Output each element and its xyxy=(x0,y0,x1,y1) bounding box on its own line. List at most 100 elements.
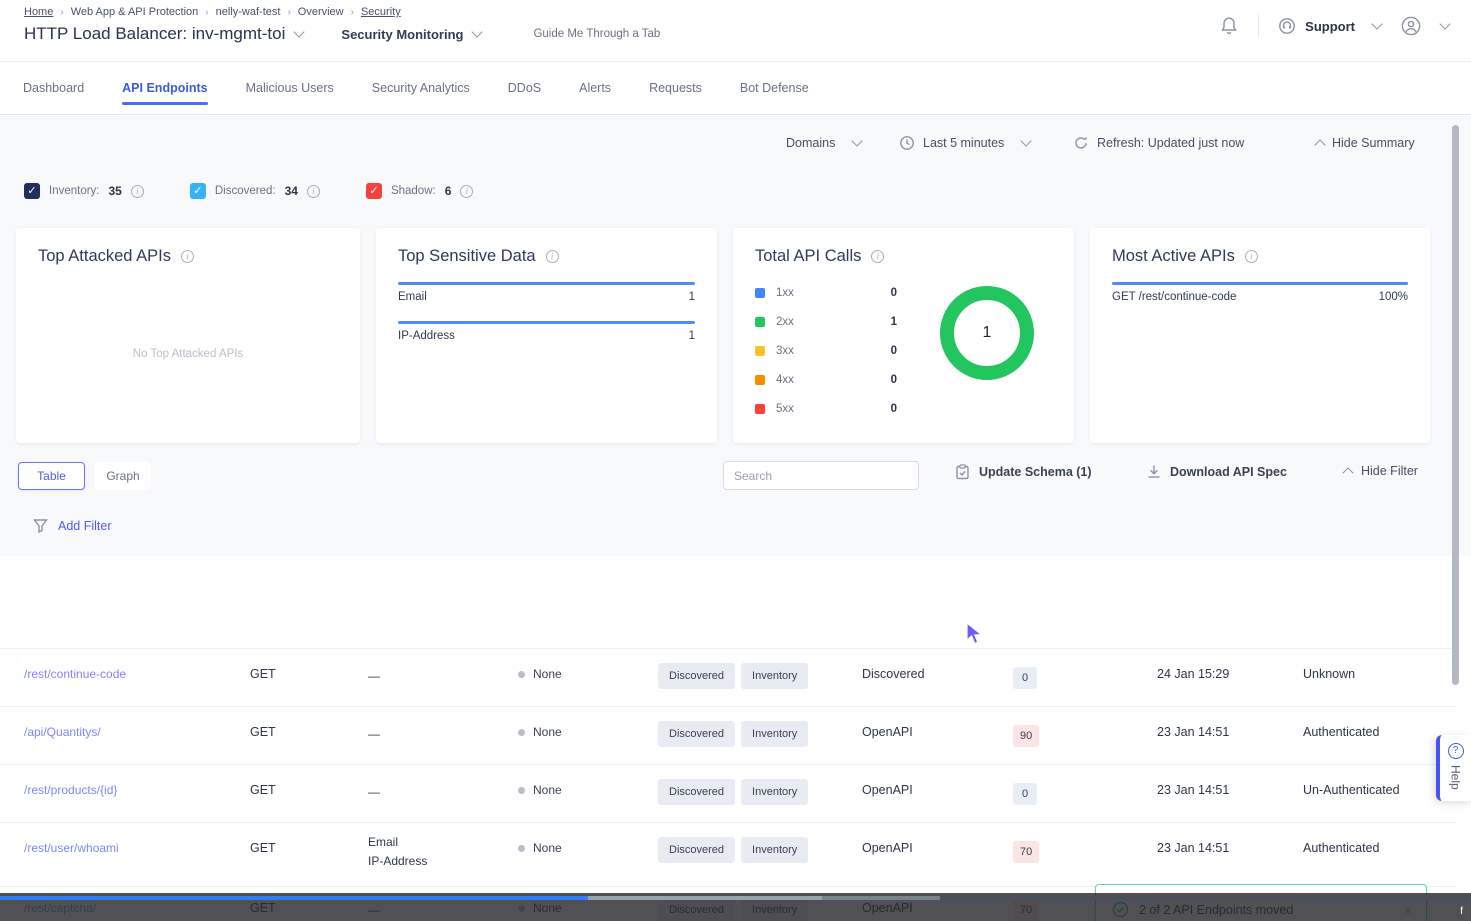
video-progress-track[interactable] xyxy=(940,896,1471,900)
vertical-scrollbar[interactable] xyxy=(1452,125,1459,685)
hide-summary-toggle[interactable]: Hide Summary xyxy=(1306,130,1415,156)
filter-label: Inventory: xyxy=(49,185,100,197)
category-badge: Discovered xyxy=(658,721,735,747)
breadcrumb-overview[interactable]: Overview xyxy=(298,6,344,18)
info-icon[interactable]: i xyxy=(307,185,320,198)
endpoint-link[interactable]: /rest/continue-code xyxy=(24,667,126,681)
video-progress-buffered[interactable] xyxy=(822,896,940,900)
breadcrumb-separator: › xyxy=(287,7,290,18)
info-icon[interactable]: i xyxy=(1245,250,1258,263)
tab-dashboard[interactable]: Dashboard xyxy=(23,75,84,101)
sensitive-data-label[interactable]: Email xyxy=(398,291,427,303)
legend-value: 0 xyxy=(891,403,907,415)
update-schema-button[interactable]: Update Schema (1) xyxy=(955,464,1092,480)
download-icon xyxy=(1147,464,1161,479)
threat-dot-icon xyxy=(518,787,525,794)
video-progress-buffered[interactable] xyxy=(588,896,822,900)
mouse-cursor xyxy=(965,622,985,646)
status-code-legend: 1xx0 2xx1 3xx0 4xx0 5xx0 xyxy=(755,278,907,423)
sensitive-data-value: — xyxy=(368,667,380,686)
category-badge: Inventory xyxy=(741,837,808,863)
threat-dot-icon xyxy=(518,729,525,736)
legend-label: 4xx xyxy=(776,374,794,386)
tab-malicious-users[interactable]: Malicious Users xyxy=(246,75,334,101)
divider xyxy=(1258,14,1259,38)
endpoint-link[interactable]: /api/Quantitys/ xyxy=(24,725,101,739)
legend-value: 0 xyxy=(891,374,907,386)
legend-swatch-3xx xyxy=(755,346,765,356)
filter-discovered[interactable]: ✓ Discovered: 34 i xyxy=(190,183,320,199)
inventory-checkbox[interactable]: ✓ xyxy=(24,183,40,199)
graph-view-button[interactable]: Graph xyxy=(95,462,151,490)
endpoint-link[interactable]: /rest/user/whoami xyxy=(24,841,119,855)
info-icon[interactable]: i xyxy=(181,250,194,263)
api-type-filters: ✓ Inventory: 35 i ✓ Discovered: 34 i ✓ S… xyxy=(24,183,473,199)
tab-security-analytics[interactable]: Security Analytics xyxy=(372,75,470,101)
security-monitoring-label: Security Monitoring xyxy=(341,27,463,42)
chevron-down-icon xyxy=(1371,18,1382,29)
refresh-button[interactable]: Refresh: Updated just now xyxy=(1073,130,1244,156)
search-input[interactable] xyxy=(723,461,919,490)
filter-shadow[interactable]: ✓ Shadow: 6 i xyxy=(366,183,473,199)
tab-bar: Dashboard API Endpoints Malicious Users … xyxy=(0,62,1471,115)
info-icon[interactable]: i xyxy=(131,185,144,198)
schema-status-value: Discovered xyxy=(862,667,925,681)
security-monitoring-dropdown[interactable]: Security Monitoring xyxy=(341,27,481,42)
breadcrumb-security[interactable]: Security xyxy=(361,6,401,18)
shadow-checkbox[interactable]: ✓ xyxy=(366,183,382,199)
breadcrumb-namespace[interactable]: nelly-waf-test xyxy=(216,6,281,18)
domains-dropdown[interactable]: Domains xyxy=(786,130,861,156)
last-updated-value: 23 Jan 14:51 xyxy=(1157,841,1229,855)
summary-cards: Top Attacked APIsi No Top Attacked APIs … xyxy=(16,228,1430,443)
api-endpoints-table: 41 items Current Archived API Definition… xyxy=(0,556,1471,921)
tab-requests[interactable]: Requests xyxy=(649,75,702,101)
account-menu[interactable] xyxy=(1399,14,1449,38)
card-total-api-calls: Total API Callsi 1xx0 2xx1 3xx0 4xx0 5xx… xyxy=(733,228,1074,443)
sensitive-data-value: EmailIP-Address xyxy=(368,833,427,871)
table-row[interactable]: /rest/products/{id} GET — None Discovere… xyxy=(0,764,1457,822)
refresh-label: Refresh: Updated just now xyxy=(1097,136,1244,150)
table-row[interactable]: /rest/user/whoami GET EmailIP-Address No… xyxy=(0,822,1457,886)
last-updated-value: 23 Jan 14:51 xyxy=(1157,783,1229,797)
help-tab[interactable]: ? Help xyxy=(1436,735,1471,801)
table-view-button[interactable]: Table xyxy=(18,462,85,490)
notifications-bell-icon[interactable] xyxy=(1218,15,1240,37)
chevron-down-icon xyxy=(1021,135,1032,146)
filter-inventory[interactable]: ✓ Inventory: 35 i xyxy=(24,183,144,199)
tab-bot-defense[interactable]: Bot Defense xyxy=(740,75,809,101)
video-progress-played[interactable] xyxy=(0,896,588,900)
table-row[interactable]: /rest/continue-code GET — None Discovere… xyxy=(0,648,1457,706)
tab-api-endpoints[interactable]: API Endpoints xyxy=(122,75,207,101)
clipboard-check-icon xyxy=(955,464,970,480)
category-badge: Inventory xyxy=(741,779,808,805)
hide-filter-toggle[interactable]: Hide Filter xyxy=(1334,464,1418,478)
table-row[interactable]: /api/Quantitys/ GET — None DiscoveredInv… xyxy=(0,706,1457,764)
breadcrumb-waap[interactable]: Web App & API Protection xyxy=(71,6,199,18)
category-badge: Discovered xyxy=(658,837,735,863)
risk-score-badge: 0 xyxy=(1013,667,1037,689)
add-filter-button[interactable]: Add Filter xyxy=(33,518,112,533)
method-value: GET xyxy=(250,667,276,681)
info-icon[interactable]: i xyxy=(460,185,473,198)
category-badge: Discovered xyxy=(658,779,735,805)
active-api-label[interactable]: GET /rest/continue-code xyxy=(1112,291,1236,303)
support-menu[interactable]: Support xyxy=(1277,16,1381,36)
endpoint-link[interactable]: /rest/products/{id} xyxy=(24,783,117,797)
chevron-down-icon[interactable] xyxy=(294,26,305,37)
guide-me-link[interactable]: Guide Me Through a Tab xyxy=(533,28,660,40)
card-most-active-apis: Most Active APIsi GET /rest/continue-cod… xyxy=(1090,228,1430,443)
discovered-checkbox[interactable]: ✓ xyxy=(190,183,206,199)
breadcrumb-home[interactable]: Home xyxy=(24,6,53,18)
legend-label: 1xx xyxy=(776,287,794,299)
time-range-dropdown[interactable]: Last 5 minutes xyxy=(899,130,1030,156)
empty-state-text: No Top Attacked APIs xyxy=(16,348,360,360)
info-icon[interactable]: i xyxy=(871,250,884,263)
info-icon[interactable]: i xyxy=(546,250,559,263)
breadcrumb-separator: › xyxy=(60,7,63,18)
tab-alerts[interactable]: Alerts xyxy=(579,75,611,101)
download-api-spec-button[interactable]: Download API Spec xyxy=(1147,464,1287,479)
tab-ddos[interactable]: DDoS xyxy=(508,75,541,101)
sensitive-data-label[interactable]: IP-Address xyxy=(398,330,455,342)
download-spec-label: Download API Spec xyxy=(1170,465,1287,479)
breadcrumb: Home › Web App & API Protection › nelly-… xyxy=(24,6,401,18)
